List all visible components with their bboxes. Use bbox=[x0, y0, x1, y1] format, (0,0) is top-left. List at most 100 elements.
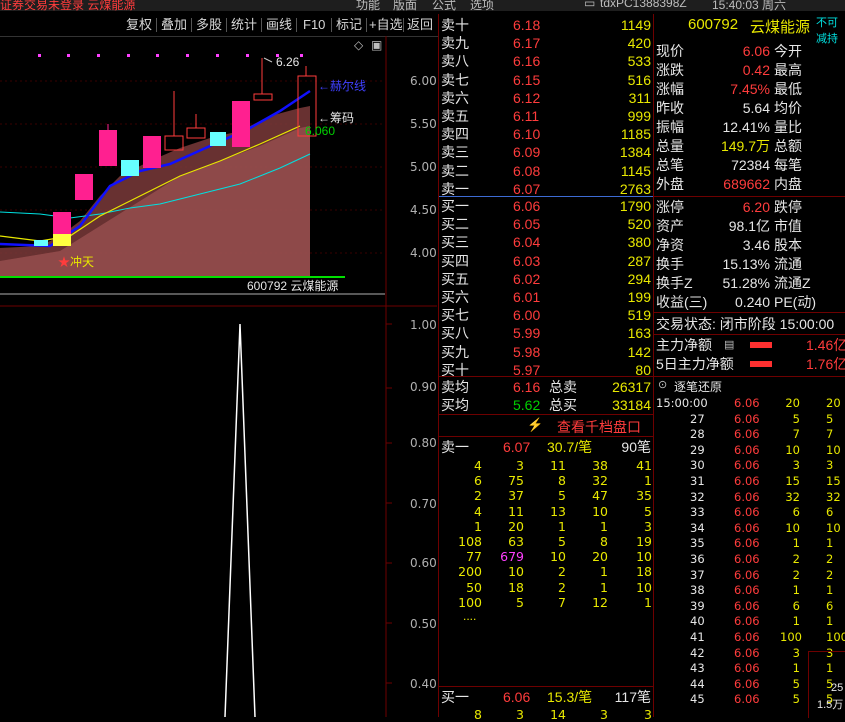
bid-row[interactable]: 买三 6.04 380 bbox=[441, 233, 653, 251]
restore-rights-button[interactable]: 复权 bbox=[126, 16, 152, 34]
tick-time: 33 bbox=[690, 505, 705, 520]
queue-cell: 3 bbox=[600, 707, 608, 722]
tick-vol: 1 bbox=[792, 536, 800, 551]
tick-vol: 1 bbox=[792, 583, 800, 598]
queue-cell: 38 bbox=[592, 458, 608, 473]
ask-row[interactable]: 卖二 6.08 1145 bbox=[441, 162, 653, 180]
queue-cell: 679 bbox=[500, 549, 524, 565]
hull-line-label: ←赫尔线 bbox=[318, 79, 367, 93]
ask-row[interactable]: 卖六 6.12 311 bbox=[441, 89, 653, 107]
depth-link[interactable]: 查看千档盘口 bbox=[557, 417, 641, 437]
bid-row[interactable]: 买七 6.00 519 bbox=[441, 306, 653, 324]
queue-cell: 1 bbox=[474, 518, 482, 534]
ask-row[interactable]: 卖三 6.09 1384 bbox=[441, 143, 653, 161]
collapse-icon: ⊙ bbox=[658, 379, 668, 391]
bid-row[interactable]: 买二 6.05 520 bbox=[441, 215, 653, 233]
tick-vol: 5 bbox=[792, 411, 800, 426]
queue-cell: 10 bbox=[508, 564, 524, 580]
bid-row[interactable]: 买六 6.01 199 bbox=[441, 288, 653, 306]
tick-time: 30 bbox=[690, 458, 705, 473]
ask-row[interactable]: 卖七 6.15 516 bbox=[441, 71, 653, 89]
sub-tick: 1.00 bbox=[410, 318, 437, 332]
more-indicator: .... bbox=[463, 609, 477, 623]
stat-label: 今开 bbox=[774, 43, 802, 59]
queue-cell: 8 bbox=[558, 473, 566, 489]
queue-cell: 32 bbox=[592, 473, 608, 489]
queue-cell: 10 bbox=[636, 549, 652, 565]
tick-count: 5 bbox=[826, 411, 834, 426]
queue-cell: 1 bbox=[644, 473, 652, 489]
tick-time: 44 bbox=[690, 676, 705, 691]
queue-cell: 2 bbox=[558, 579, 566, 595]
ask-row[interactable]: 卖八 6.16 533 bbox=[441, 52, 653, 70]
queue-cell: 13 bbox=[550, 503, 566, 519]
tick-vol: 5 bbox=[792, 676, 800, 691]
f10-button[interactable]: F10 bbox=[303, 16, 325, 34]
tick-count: 1 bbox=[826, 583, 834, 598]
queue-cell: 75 bbox=[508, 473, 524, 489]
ask-row[interactable]: 卖十 6.18 1149 bbox=[441, 16, 653, 34]
draw-line-button[interactable]: 画线 bbox=[266, 16, 292, 34]
ask-row[interactable]: 卖九 6.17 420 bbox=[441, 34, 653, 52]
bid-row[interactable]: 买一 6.06 1790 bbox=[441, 197, 653, 215]
sub-tick: 0.50 bbox=[410, 617, 437, 631]
tick-price: 6.06 bbox=[734, 630, 760, 644]
queue-cell: 8 bbox=[474, 707, 482, 722]
multi-stock-button[interactable]: 多股 bbox=[196, 16, 222, 34]
menu-layout[interactable]: 版面 bbox=[393, 0, 417, 11]
queue-cell: 19 bbox=[636, 534, 652, 549]
stat-value: 72384 bbox=[731, 157, 770, 173]
bid-row[interactable]: 买四 6.03 287 bbox=[441, 252, 653, 270]
buy-one-header: 买一 6.06 15.3/笔 117笔 bbox=[441, 689, 651, 705]
queue-cell: 10 bbox=[636, 579, 652, 595]
mark-button[interactable]: 标记 bbox=[336, 16, 362, 34]
tick-price: 6.06 bbox=[734, 442, 760, 457]
back-button[interactable]: 返回 bbox=[407, 16, 433, 34]
tick-count: 1 bbox=[826, 614, 834, 629]
overlay-button[interactable]: 叠加 bbox=[161, 16, 187, 34]
stat-value: 98.1亿 bbox=[728, 218, 770, 234]
stat-label: 市值 bbox=[774, 218, 802, 234]
window-toggle-icon[interactable]: ▣ bbox=[371, 38, 382, 52]
stat-label: 均价 bbox=[774, 100, 802, 116]
tick-price: 6.06 bbox=[734, 676, 760, 691]
queue-cell: 1 bbox=[644, 594, 652, 610]
tick-vol: 6 bbox=[792, 598, 800, 613]
tick-vol: 3 bbox=[792, 458, 800, 473]
queue-cell: 1 bbox=[600, 518, 608, 534]
tick-time: 36 bbox=[690, 552, 705, 566]
stock-header: 600792 云煤能源 不可减持 bbox=[654, 14, 845, 45]
menu-options[interactable]: 选项 bbox=[470, 0, 494, 11]
stat-label: PE(动) bbox=[774, 294, 816, 310]
menu-function[interactable]: 功能 bbox=[356, 0, 380, 11]
bid-row[interactable]: 买八 5.99 163 bbox=[441, 324, 653, 342]
tick-count: 1 bbox=[826, 536, 834, 551]
queue-cell: 10 bbox=[550, 549, 566, 565]
tick-price: 6.06 bbox=[734, 536, 760, 551]
mini-volume-chart: 25 1.5万 bbox=[808, 651, 845, 718]
ask-row[interactable]: 卖五 6.11 999 bbox=[441, 107, 653, 125]
tick-tab[interactable]: ⊙ 逐笔还原 bbox=[656, 378, 845, 394]
stat-label: 昨收 bbox=[656, 100, 684, 116]
indicator-chart[interactable] bbox=[0, 298, 437, 717]
queue-cell: 108 bbox=[458, 534, 482, 549]
ask-row[interactable]: 卖四 6.10 1185 bbox=[441, 125, 653, 143]
tick-count: 10 bbox=[826, 442, 841, 457]
bid-row[interactable]: 买五 6.02 294 bbox=[441, 270, 653, 288]
queue-cell: 1 bbox=[600, 564, 608, 580]
chart-stock-tag: 600792 云煤能源 bbox=[247, 279, 339, 293]
stat-label: 涨停 bbox=[656, 199, 684, 215]
queue-cell: 7 bbox=[558, 594, 566, 610]
menu-formula[interactable]: 公式 bbox=[432, 0, 456, 11]
stat-label: 跌停 bbox=[774, 199, 802, 215]
bid-row[interactable]: 买九 5.98 142 bbox=[441, 343, 653, 361]
tick-count: 100 bbox=[826, 630, 845, 644]
book-summary-row: 买均 5.62 总买 33184 bbox=[441, 397, 651, 413]
diamond-icon[interactable]: ◇ bbox=[354, 38, 363, 52]
sub-tick: 0.90 bbox=[410, 380, 437, 394]
tick-count: 3 bbox=[826, 458, 834, 473]
stat-label: 净资 bbox=[656, 237, 684, 253]
add-watchlist-button[interactable]: +自选 bbox=[369, 16, 403, 34]
statistics-button[interactable]: 统计 bbox=[231, 16, 257, 34]
stat-value: 12.41% bbox=[722, 119, 770, 135]
